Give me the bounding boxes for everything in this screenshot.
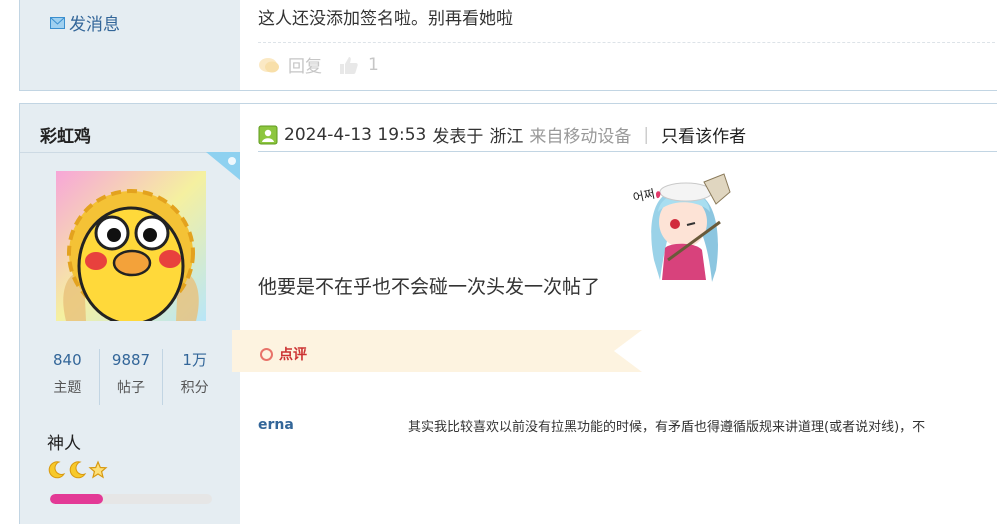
comment-section-label: 点评 <box>260 344 307 364</box>
previous-post: 发消息 这人还没添加签名啦。别再看她啦 回复 1 <box>19 0 997 91</box>
meta-separator: | <box>643 124 650 145</box>
moon-icon <box>48 461 66 479</box>
post-datetime: 2024-4-13 19:53 <box>284 124 427 145</box>
send-message-link[interactable]: 发消息 <box>50 10 120 35</box>
android-corner-icon <box>206 152 240 180</box>
anime-sticker-image: 어쩌 <box>632 173 731 282</box>
author-sidebar: 彩虹鸡 840 主题 9887 帖子 1万 积分 神人 <box>20 104 240 524</box>
moon-icon <box>69 461 87 479</box>
signature-divider <box>258 42 997 43</box>
stat-value: 1万 <box>182 351 207 369</box>
comment-label-text: 点评 <box>279 347 307 363</box>
experience-bar <box>50 494 212 504</box>
send-message-label: 发消息 <box>69 15 120 35</box>
reply-button[interactable]: 回复 <box>258 52 322 77</box>
stat-posts[interactable]: 9887 帖子 <box>100 349 164 405</box>
avatar-image <box>56 171 206 321</box>
star-icon <box>88 460 108 479</box>
posted-at-label: 发表于 <box>432 127 484 147</box>
post-meta: 2024-4-13 19:53 发表于 浙江 来自移动设备 | 只看该作者 <box>258 122 746 147</box>
comment-ring-icon <box>260 347 273 361</box>
only-author-link[interactable]: 只看该作者 <box>661 122 746 147</box>
svg-text:어쩌: 어쩌 <box>632 187 657 205</box>
like-count: 1 <box>368 54 379 75</box>
mail-icon <box>50 16 65 29</box>
post-message: 他要是不在乎也不会碰一次头发一次帖了 <box>258 276 601 298</box>
comment-text: 其实我比较喜欢以前没有拉黑功能的时候，有矛盾也得遵循版规来讲道理(或者说对线)，… <box>408 420 926 435</box>
stat-topics[interactable]: 840 主题 <box>36 349 100 405</box>
rank-icons <box>46 460 108 480</box>
comment-author[interactable]: erna <box>258 417 294 433</box>
like-button[interactable]: 1 <box>338 55 379 75</box>
user-signature: 这人还没添加签名啦。别再看她啦 <box>258 9 513 29</box>
content-divider <box>258 151 997 152</box>
stat-label: 帖子 <box>117 380 145 396</box>
author-stats: 840 主题 9887 帖子 1万 积分 <box>36 349 226 405</box>
previous-post-sidebar: 发消息 <box>20 0 240 90</box>
post-actions: 回复 1 <box>258 52 395 77</box>
author-name[interactable]: 彩虹鸡 <box>40 122 91 147</box>
stat-value: 840 <box>53 351 82 369</box>
mobile-device-label: 来自移动设备 <box>529 127 632 147</box>
forum-post: 彩虹鸡 840 主题 9887 帖子 1万 积分 神人 2024-4-13 19… <box>19 103 997 524</box>
stat-label: 主题 <box>53 380 82 396</box>
user-rank: 神人 <box>47 434 81 454</box>
stat-label: 积分 <box>180 380 209 396</box>
thumbs-up-icon <box>340 56 358 74</box>
comment-bubble-icon <box>259 57 279 72</box>
reply-label: 回复 <box>288 57 322 77</box>
stat-value: 9887 <box>111 351 151 369</box>
experience-bar-fill <box>50 494 104 504</box>
avatar[interactable] <box>56 171 206 321</box>
author-online-icon <box>258 125 278 144</box>
stat-points[interactable]: 1万 积分 <box>163 349 226 405</box>
post-location: 浙江 <box>489 127 524 147</box>
